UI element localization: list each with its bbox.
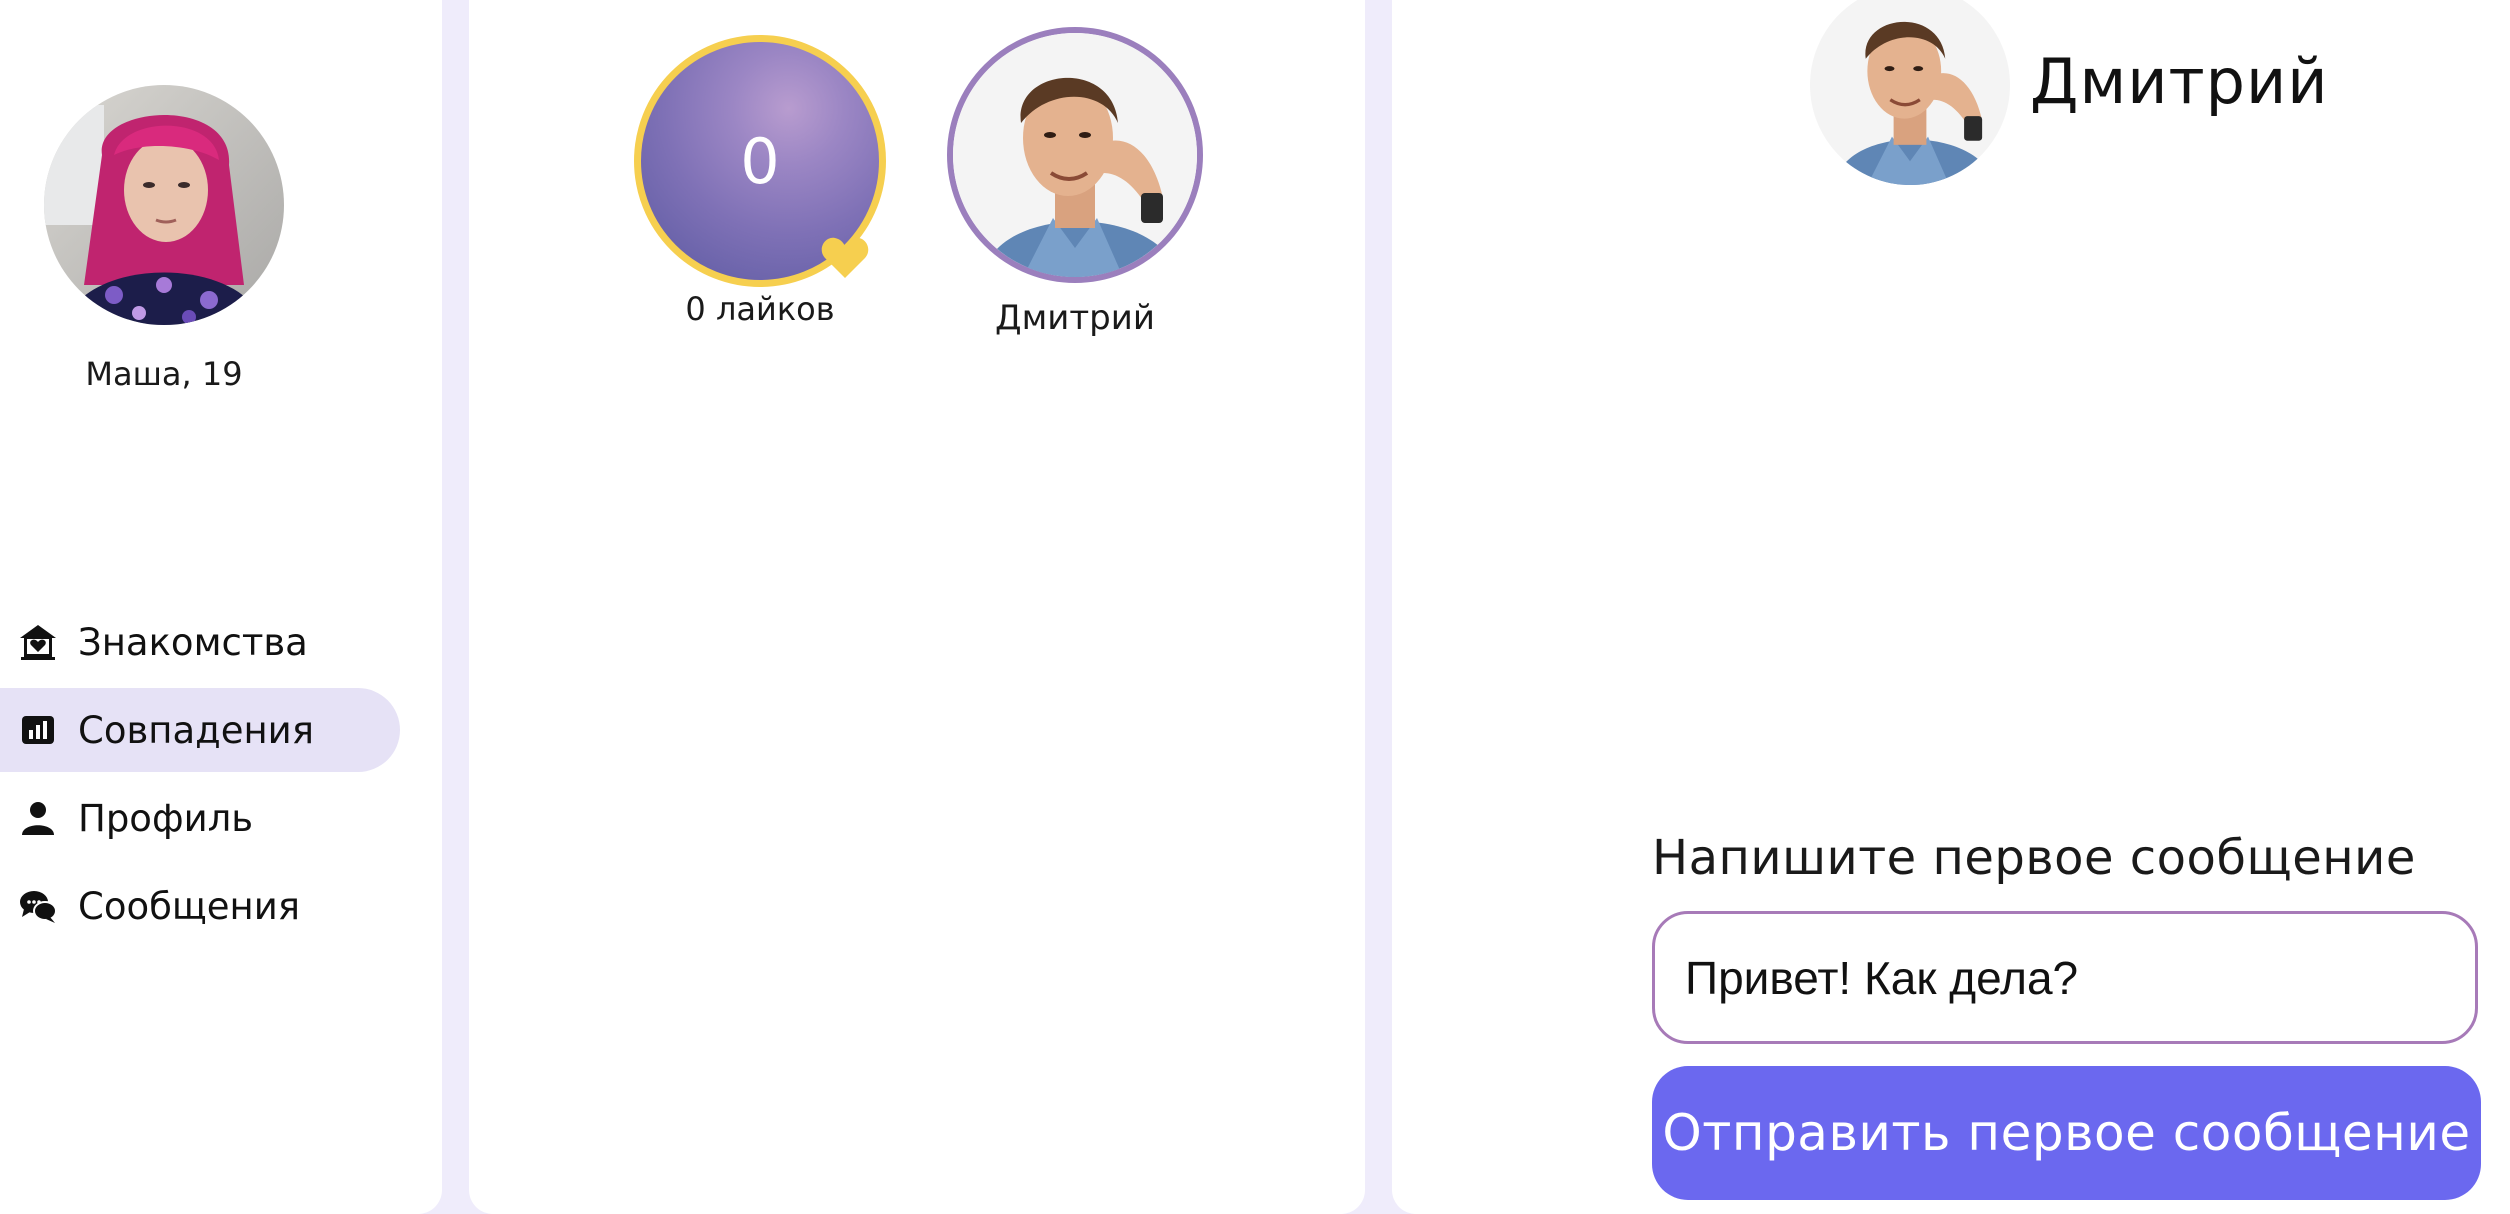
match-name[interactable]: Дмитрий — [947, 298, 1203, 338]
first-message-prompt: Напишите первое сообщение — [1652, 830, 2416, 886]
person-icon — [18, 798, 58, 838]
chart-icon — [18, 710, 58, 750]
nav-label-messages: Сообщения — [78, 884, 301, 928]
user-avatar[interactable] — [44, 85, 284, 325]
main-nav: Знакомства Совпадения Профиль Сообщения — [0, 600, 442, 952]
nav-label-matches: Совпадения — [78, 708, 314, 752]
chat-partner-name: Дмитрий — [2030, 45, 2329, 118]
likes-card[interactable]: 0 — [634, 35, 886, 287]
nav-item-matches[interactable]: Совпадения — [0, 688, 400, 772]
matches-panel — [469, 0, 1365, 1214]
nav-item-messages[interactable]: Сообщения — [0, 864, 400, 948]
nav-label-dating: Знакомства — [78, 620, 308, 664]
nav-item-dating[interactable]: Знакомства — [0, 600, 400, 684]
send-first-message-button[interactable]: Отправить первое сообщение — [1652, 1066, 2481, 1200]
likes-label: 0 лайков — [685, 290, 835, 328]
nav-item-profile[interactable]: Профиль — [0, 776, 400, 860]
user-name-age: Маша, 19 — [85, 355, 243, 393]
home-heart-icon — [18, 622, 58, 662]
message-input[interactable] — [1652, 911, 2478, 1044]
chat-bubbles-icon — [18, 886, 58, 926]
match-avatar[interactable] — [947, 27, 1203, 283]
heart-icon — [821, 237, 869, 278]
nav-label-profile: Профиль — [78, 796, 254, 840]
sidebar: Маша, 19 Знакомства Совпадения Профиль С… — [0, 0, 442, 1214]
